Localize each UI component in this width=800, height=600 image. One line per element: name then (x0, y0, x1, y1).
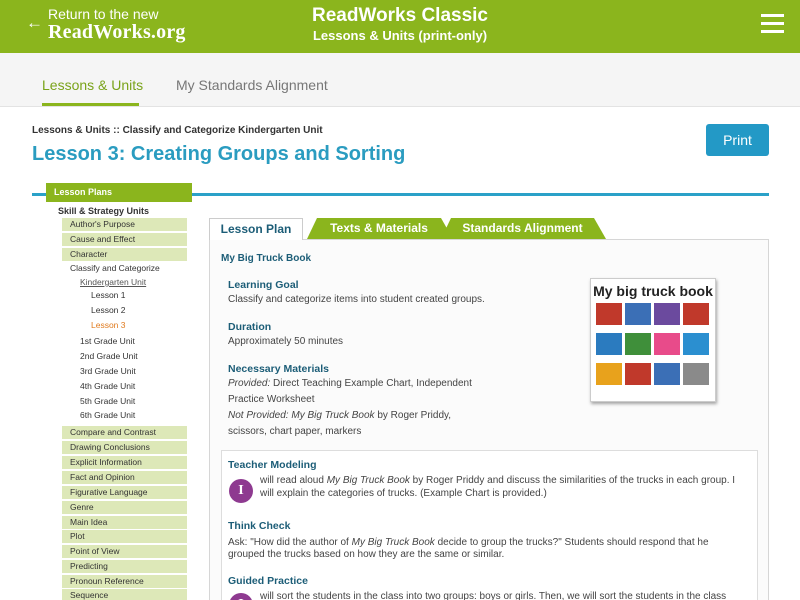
sidebar-item[interactable]: Main Idea (62, 516, 187, 529)
breadcrumb[interactable]: Lessons & Units :: Classify and Categori… (32, 125, 323, 136)
active-tab-indicator (42, 103, 139, 106)
think-check-text-2: grouped the trucks based on how they are… (228, 549, 505, 560)
guided-practice-heading: Guided Practice (228, 575, 308, 587)
provided-text: Direct Teaching Example Chart, Independe… (270, 378, 472, 389)
not-provided-label: Not Provided: My Big Truck Book (228, 410, 375, 421)
sidebar-item[interactable]: Character (62, 248, 187, 261)
sidebar-grade-unit[interactable]: 6th Grade Unit (80, 410, 135, 421)
sidebar-lesson-1[interactable]: Lesson 1 (91, 290, 126, 301)
materials-provided: Provided: Direct Teaching Example Chart,… (228, 376, 472, 392)
guided-practice-text: will sort the students in the class into… (260, 591, 727, 600)
tab-lessons-units[interactable]: Lessons & Units (42, 77, 143, 93)
app-subtitle: Lessons & Units (print-only) (312, 28, 488, 43)
sidebar-grade-unit[interactable]: 4th Grade Unit (80, 381, 135, 392)
duration-heading: Duration (228, 321, 272, 333)
teacher-modeling-text-2: will explain the categories of trucks. (… (260, 488, 547, 499)
book-cover-image: My big truck book (590, 278, 716, 402)
materials-provided-cont: Practice Worksheet (228, 394, 315, 405)
sidebar-heading[interactable]: Lesson Plans (46, 183, 192, 202)
tab-my-standards-alignment[interactable]: My Standards Alignment (176, 77, 328, 93)
learning-goal-heading: Learning Goal (228, 279, 299, 291)
sidebar-item[interactable]: Fact and Opinion (62, 471, 187, 484)
book-title: My Big Truck Book (221, 253, 312, 264)
sidebar-item-kindergarten-unit[interactable]: Kindergarten Unit (80, 277, 146, 288)
modeling-book: My Big Truck Book (326, 475, 410, 486)
sidebar-item[interactable]: Genre (62, 501, 187, 514)
tab-notch (441, 218, 451, 239)
tab-label: Texts & Materials (330, 221, 428, 235)
tab-lesson-plan[interactable]: Lesson Plan (209, 218, 303, 240)
teacher-modeling-text: will read aloud My Big Truck Book by Rog… (260, 474, 735, 487)
print-button[interactable]: Print (706, 124, 769, 156)
sidebar-grade-unit[interactable]: 3rd Grade Unit (80, 366, 136, 377)
modeling-post: by Roger Priddy and discuss the similari… (409, 475, 736, 486)
provided-label: Provided: (228, 378, 271, 389)
teacher-modeling-heading: Teacher Modeling (228, 459, 317, 471)
think-check-heading: Think Check (228, 520, 291, 532)
tab-texts-materials[interactable]: Texts & Materials (307, 218, 453, 239)
main-nav: Lessons & Units My Standards Alignment (0, 53, 800, 107)
materials-not-provided: Not Provided: My Big Truck Book by Roger… (228, 408, 451, 424)
sidebar-lesson-3-current[interactable]: Lesson 3 (91, 320, 126, 331)
sidebar-item[interactable]: Cause and Effect (62, 233, 187, 246)
hamburger-icon[interactable] (761, 14, 784, 34)
sidebar-grade-unit[interactable]: 1st Grade Unit (80, 336, 135, 347)
learning-goal-text: Classify and categorize items into stude… (228, 294, 485, 305)
sidebar-grade-unit[interactable]: 5th Grade Unit (80, 396, 135, 407)
sidebar-item[interactable]: Pronoun Reference (62, 575, 187, 588)
tab-standards-alignment[interactable]: Standards Alignment (441, 218, 606, 239)
sidebar-lesson-2[interactable]: Lesson 2 (91, 305, 126, 316)
sidebar-item[interactable]: Sequence (62, 589, 187, 600)
sidebar-item[interactable]: Predicting (62, 560, 187, 573)
sidebar-item[interactable]: Point of View (62, 545, 187, 558)
sidebar-item[interactable]: Plot (62, 530, 187, 543)
sidebar-item[interactable]: Compare and Contrast (62, 426, 187, 439)
tab-notch (594, 218, 606, 239)
app-title: ReadWorks Classic (311, 5, 488, 26)
sidebar-item[interactable]: Explicit Information (62, 456, 187, 469)
sidebar-grade-unit[interactable]: 2nd Grade Unit (80, 351, 138, 362)
materials-heading: Necessary Materials (228, 363, 329, 375)
modeling-pre: will read aloud (260, 475, 327, 486)
materials-not-provided-cont: scissors, chart paper, markers (228, 426, 362, 437)
sidebar-item[interactable]: Author's Purpose (62, 218, 187, 231)
think-book: My Big Truck Book (351, 537, 435, 548)
sidebar-item[interactable]: Drawing Conclusions (62, 441, 187, 454)
sidebar-section-title: Skill & Strategy Units (58, 206, 150, 216)
cover-title: My big truck book (593, 283, 713, 299)
tab-notch (307, 218, 317, 239)
tab-label: Standards Alignment (462, 221, 583, 235)
duration-text: Approximately 50 minutes (228, 336, 344, 347)
page-title: Lesson 3: Creating Groups and Sorting (32, 143, 406, 165)
instructor-badge-icon: I (229, 479, 253, 503)
think-post: decide to group the trucks?" Students sh… (434, 537, 709, 548)
sidebar-item-classify[interactable]: Classify and Categorize (70, 263, 160, 274)
sidebar-item[interactable]: Figurative Language (62, 486, 187, 499)
not-provided-text: by Roger Priddy, (374, 410, 452, 421)
think-pre: Ask: "How did the author of (228, 537, 352, 548)
top-bar: ← Return to the new ReadWorks.org ReadWo… (0, 0, 800, 53)
